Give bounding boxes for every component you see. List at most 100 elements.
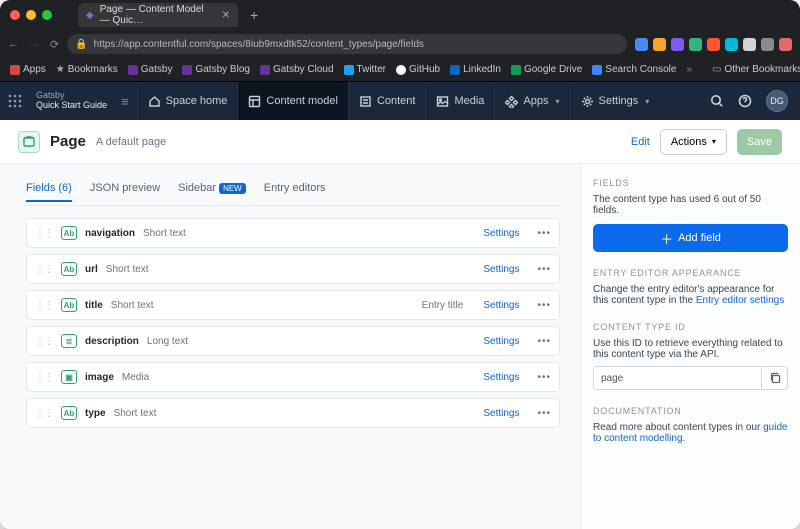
browser-tab[interactable]: ◆ Page — Content Model — Quic… ✕ (78, 3, 238, 27)
field-kind: Short text (111, 300, 154, 311)
field-settings-link[interactable]: Settings (483, 408, 519, 419)
field-more-icon[interactable]: ••• (537, 264, 551, 275)
back-button[interactable]: ← (8, 38, 19, 51)
field-more-icon[interactable]: ••• (537, 408, 551, 419)
entry-editor-settings-link[interactable]: Entry editor settings (696, 295, 784, 306)
extension-icon[interactable] (653, 38, 666, 51)
tab-fields[interactable]: Fields (6) (26, 182, 72, 202)
bookmark-item[interactable]: ▭Other Bookmarks (712, 64, 800, 75)
extension-icon[interactable] (725, 38, 738, 51)
close-window-button[interactable] (10, 10, 20, 20)
extension-icon[interactable] (743, 38, 756, 51)
copy-id-button[interactable] (762, 366, 788, 390)
nav-space-home[interactable]: Space home (137, 82, 238, 120)
sidebar-heading: DOCUMENTATION (593, 406, 788, 416)
new-tab-button[interactable]: + (250, 7, 258, 23)
app-switcher-button[interactable] (0, 94, 30, 108)
field-row[interactable]: ⋮⋮▣imageMediaSettings••• (26, 362, 560, 392)
content-type-id-input[interactable] (593, 366, 762, 390)
field-more-icon[interactable]: ••• (537, 336, 551, 347)
nav-settings[interactable]: Settings▾ (570, 82, 660, 120)
field-type-icon: ≣ (61, 334, 77, 348)
minimize-window-button[interactable] (26, 10, 36, 20)
user-avatar[interactable]: DG (766, 90, 788, 112)
new-badge: NEW (219, 183, 246, 194)
field-type-icon: Ab (61, 298, 77, 312)
bookmark-item[interactable]: Gatsby Blog (182, 64, 249, 75)
field-more-icon[interactable]: ••• (537, 300, 551, 311)
drag-handle-icon[interactable]: ⋮⋮ (35, 336, 53, 347)
field-name: type (85, 408, 106, 419)
field-more-icon[interactable]: ••• (537, 228, 551, 239)
fields-usage-text: The content type has used 6 out of 50 fi… (593, 194, 788, 216)
extension-icon[interactable] (761, 38, 774, 51)
content-tabs: Fields (6) JSON preview SidebarNEW Entry… (26, 178, 560, 206)
bookmark-item[interactable]: GitHub (396, 64, 440, 75)
field-settings-link[interactable]: Settings (483, 300, 519, 311)
space-brand: Gatsby Quick Start Guide (30, 91, 113, 111)
bookmark-item[interactable]: Apps (10, 64, 46, 75)
field-settings-link[interactable]: Settings (483, 228, 519, 239)
field-kind: Short text (114, 408, 157, 419)
nav-content-model[interactable]: Content model (237, 82, 348, 120)
field-row[interactable]: ⋮⋮ ≣ description Long text Settings ••• (26, 326, 560, 356)
field-settings-link[interactable]: Settings (483, 264, 519, 275)
url-text: https://app.contentful.com/spaces/8iub9m… (94, 39, 424, 50)
drag-handle-icon[interactable]: ⋮⋮ (35, 300, 53, 311)
maximize-window-button[interactable] (42, 10, 52, 20)
bookmark-item[interactable]: ★Bookmarks (56, 64, 118, 75)
drag-handle-icon[interactable]: ⋮⋮ (35, 372, 53, 383)
field-row[interactable]: ⋮⋮AbnavigationShort textSettings••• (26, 218, 560, 248)
bookmarks-bar: Apps ★Bookmarks Gatsby Gatsby Blog Gatsb… (0, 58, 800, 82)
drag-handle-icon[interactable]: ⋮⋮ (35, 228, 53, 239)
field-settings-link[interactable]: Settings (483, 372, 519, 383)
save-button[interactable]: Save (737, 129, 782, 155)
field-kind: Short text (143, 228, 186, 239)
reload-button[interactable]: ⟳ (50, 38, 59, 51)
tab-title: Page — Content Model — Quic… (100, 4, 216, 26)
field-more-icon[interactable]: ••• (537, 372, 551, 383)
address-bar[interactable]: 🔒 https://app.contentful.com/spaces/8iub… (67, 34, 627, 54)
add-field-button[interactable]: ＋Add field (593, 224, 788, 252)
right-sidebar: FIELDS The content type has used 6 out o… (580, 164, 800, 529)
extension-icon[interactable] (779, 38, 792, 51)
close-tab-icon[interactable]: ✕ (222, 10, 230, 21)
extension-icon[interactable] (689, 38, 702, 51)
extension-icon[interactable] (707, 38, 720, 51)
bookmark-item[interactable]: Gatsby Cloud (260, 64, 334, 75)
field-name: description (85, 336, 139, 347)
bookmark-item[interactable]: Google Drive (511, 64, 582, 75)
sidebar-heading: FIELDS (593, 178, 788, 188)
edit-link[interactable]: Edit (631, 136, 650, 148)
forward-button[interactable]: → (29, 38, 40, 51)
field-row[interactable]: ⋮⋮AburlShort textSettings••• (26, 254, 560, 284)
tab-json-preview[interactable]: JSON preview (90, 182, 160, 202)
field-row[interactable]: ⋮⋮AbtypeShort textSettings••• (26, 398, 560, 428)
nav-apps[interactable]: Apps▾ (494, 82, 569, 120)
extension-icon[interactable] (635, 38, 648, 51)
id-help-text: Use this ID to retrieve everything relat… (593, 338, 788, 360)
bookmark-item[interactable]: Search Console (592, 64, 676, 75)
drag-handle-icon[interactable]: ⋮⋮ (35, 264, 53, 275)
bookmark-item[interactable]: LinkedIn (450, 64, 501, 75)
actions-button[interactable]: Actions▾ (660, 129, 727, 155)
menu-icon[interactable]: ≡ (113, 94, 137, 109)
bookmark-item[interactable]: Gatsby (128, 64, 173, 75)
field-list: ⋮⋮AbnavigationShort textSettings•••⋮⋮Abu… (26, 218, 560, 428)
field-row[interactable]: ⋮⋮AbtitleShort textEntry titleSettings••… (26, 290, 560, 320)
tab-entry-editors[interactable]: Entry editors (264, 182, 326, 202)
field-type-icon: ▣ (61, 370, 77, 384)
nav-content[interactable]: Content (348, 82, 426, 120)
help-icon[interactable] (738, 94, 752, 108)
tab-sidebar[interactable]: SidebarNEW (178, 182, 246, 202)
bookmark-item[interactable]: Twitter (344, 64, 386, 75)
page-title: Page (50, 133, 86, 150)
field-type-icon: Ab (61, 262, 77, 276)
lock-icon: 🔒 (75, 39, 87, 50)
nav-media[interactable]: Media (425, 82, 494, 120)
field-kind: Long text (147, 336, 188, 347)
search-icon[interactable] (710, 94, 724, 108)
field-settings-link[interactable]: Settings (483, 336, 519, 347)
extension-icon[interactable] (671, 38, 684, 51)
drag-handle-icon[interactable]: ⋮⋮ (35, 408, 53, 419)
